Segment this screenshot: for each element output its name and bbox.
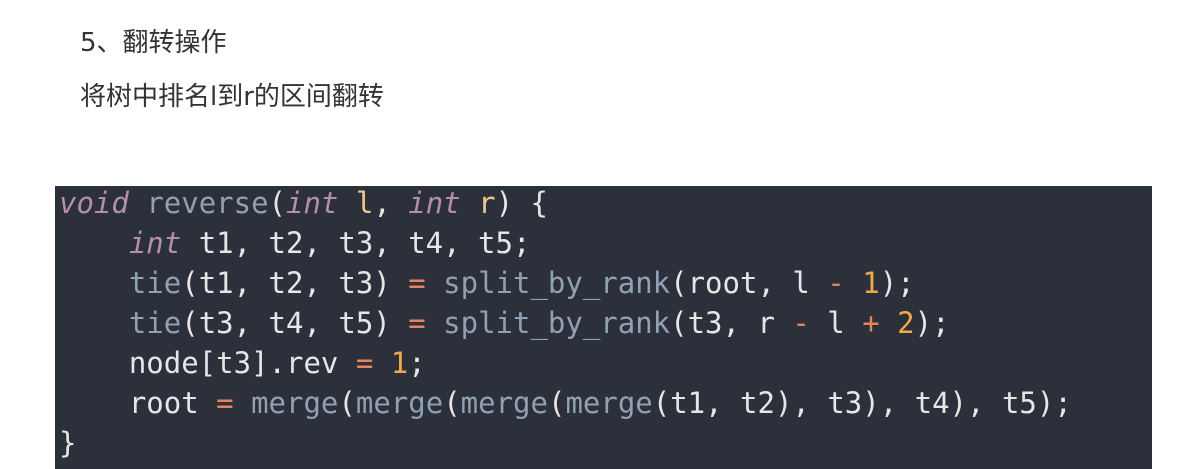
code-text: ( xyxy=(443,386,461,420)
code-text: , xyxy=(373,186,409,220)
code-function-name: merge xyxy=(460,386,548,420)
code-text: (t1, t2), t3), t4), t5); xyxy=(652,386,1072,420)
code-keyword: int xyxy=(408,186,461,220)
code-text: (t1, t2, t3) xyxy=(181,266,409,300)
code-line-6: root = merge(merge(merge(merge(t1, t2), … xyxy=(59,383,1072,423)
code-text: (t3, r xyxy=(670,306,793,340)
section-description: 将树中排名l到r的区间翻转 xyxy=(80,82,384,112)
code-keyword: int xyxy=(286,186,339,220)
code-parameter: r xyxy=(478,186,496,220)
code-number: 2 xyxy=(897,306,915,340)
code-text: } xyxy=(59,426,77,460)
code-number: 1 xyxy=(390,346,409,380)
code-text: node[t3].rev xyxy=(128,346,356,380)
code-function-name: split_by_rank xyxy=(443,266,671,300)
code-function-name: merge xyxy=(251,386,339,420)
code-operator: = xyxy=(355,346,374,380)
code-operator: - xyxy=(792,306,810,340)
code-line-5: node[t3].rev = 1; xyxy=(59,343,426,383)
code-line-4: tie(t3, t4, t5) = split_by_rank(t3, r - … xyxy=(59,303,950,343)
code-text: ); xyxy=(879,266,915,300)
code-function-name: tie xyxy=(128,266,182,300)
code-number: 1 xyxy=(862,266,880,300)
code-text: ) { xyxy=(495,186,548,220)
code-line-3: tie(t1, t2, t3) = split_by_rank(root, l … xyxy=(59,263,915,303)
code-line-1: void reverse(int l, int r) { xyxy=(59,186,548,223)
section-heading: 5、翻转操作 xyxy=(80,28,227,58)
code-text: ; xyxy=(408,346,426,380)
code-text: t1, t2, t3, t4, t5; xyxy=(181,226,531,260)
code-function-name: reverse xyxy=(146,186,269,220)
code-function-name: tie xyxy=(128,306,182,340)
code-function-name: split_by_rank xyxy=(443,306,671,340)
code-text: ( xyxy=(338,386,356,420)
code-keyword: void xyxy=(59,186,129,220)
code-text: ( xyxy=(547,386,566,420)
code-function-name: merge xyxy=(565,386,653,420)
code-parameter: l xyxy=(355,186,374,220)
code-block: void reverse(int l, int r) { int t1, t2,… xyxy=(55,186,1152,469)
code-text: l xyxy=(809,306,863,340)
code-operator: - xyxy=(827,266,845,300)
code-operator: = xyxy=(216,386,234,420)
code-operator: + xyxy=(862,306,880,340)
code-text: ); xyxy=(914,306,950,340)
code-line-2: int t1, t2, t3, t4, t5; xyxy=(59,223,531,263)
code-text: (t3, t4, t5) xyxy=(181,306,409,340)
code-operator: = xyxy=(408,306,426,340)
code-text: ( xyxy=(268,186,286,220)
code-operator: = xyxy=(408,266,426,300)
code-text: (root, l xyxy=(670,266,828,300)
code-keyword: int xyxy=(128,226,182,260)
code-line-7: } xyxy=(59,423,76,463)
code-text: root xyxy=(128,386,217,420)
code-function-name: merge xyxy=(355,386,444,420)
